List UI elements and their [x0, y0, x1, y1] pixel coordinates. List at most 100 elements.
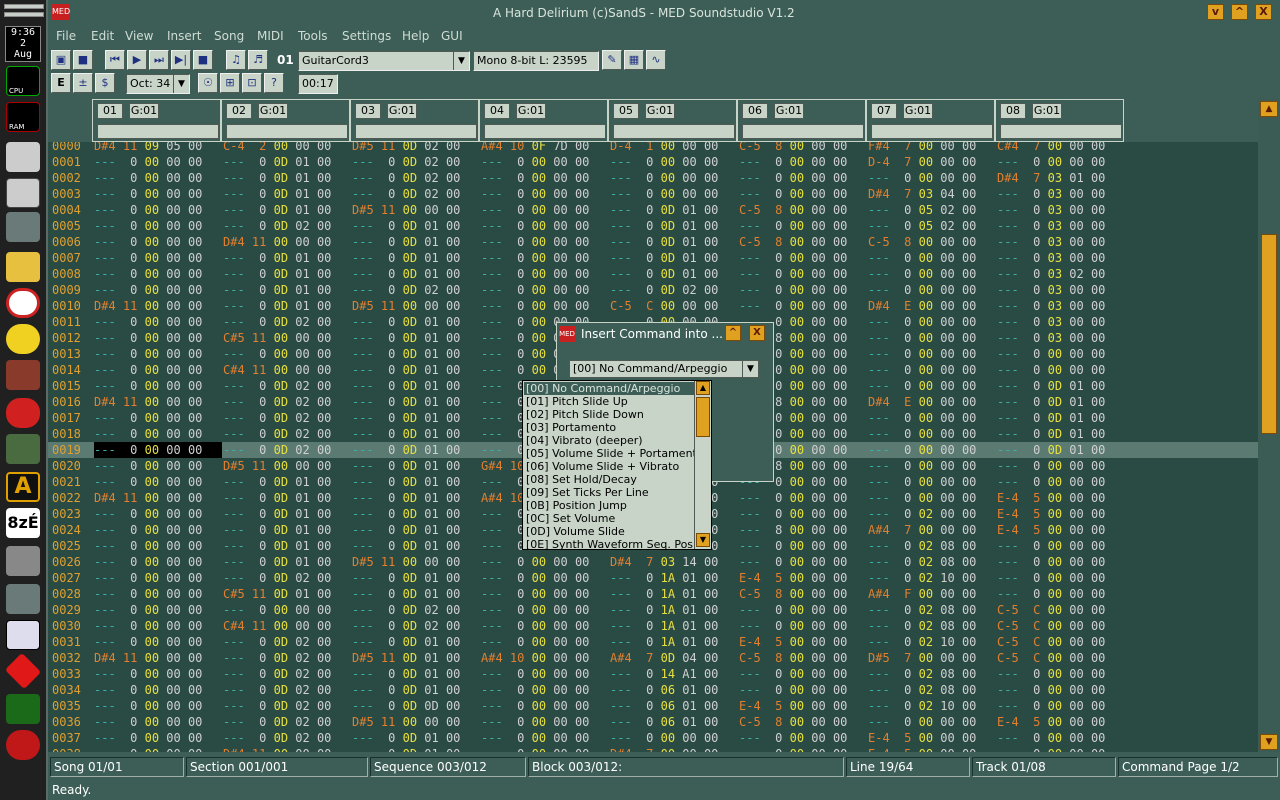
pattern-cell[interactable]: D#4 7 00 00 00	[610, 746, 738, 752]
pattern-cell[interactable]: D#4 E 00 00 00	[868, 394, 996, 410]
pattern-cell[interactable]: --- 0 1A 01 00	[610, 634, 738, 650]
instrument-load-icon[interactable]: ♫	[226, 50, 246, 70]
pattern-cell[interactable]: D#4 11 00 00 00	[223, 746, 351, 752]
pattern-cell[interactable]: --- 0 00 00 00	[481, 266, 609, 282]
pattern-cell[interactable]: --- 0 00 00 00	[997, 730, 1125, 746]
pattern-cell[interactable]: --- 0 00 00 00	[94, 666, 222, 682]
pattern-cell[interactable]: --- 0 0D 02 00	[352, 602, 480, 618]
play-icon[interactable]: ▶	[127, 50, 147, 70]
track-header[interactable]: 02 G:01	[221, 99, 350, 142]
command-option[interactable]: [0B] Position Jump	[524, 499, 696, 512]
save-icon[interactable]: ■	[73, 50, 93, 70]
pattern-cell[interactable]: C#4 7 00 00 00	[997, 142, 1125, 154]
pattern-cell[interactable]: D#4 7 03 04 00	[868, 186, 996, 202]
pattern-cell[interactable]: C-5 8 00 00 00	[739, 650, 867, 666]
pattern-cell[interactable]: --- 0 00 00 00	[481, 570, 609, 586]
pattern-cell[interactable]: --- 0 00 00 00	[94, 714, 222, 730]
sample-edit-icon[interactable]: ✎	[602, 50, 622, 70]
pattern-cell[interactable]: C-5 8 00 00 00	[739, 142, 867, 154]
help-query-icon[interactable]: ?	[264, 73, 284, 93]
pattern-cell[interactable]: --- 0 00 00 00	[94, 202, 222, 218]
track-instrument[interactable]: G:01	[258, 103, 288, 119]
pattern-cell[interactable]: --- 0 00 00 00	[997, 666, 1125, 682]
pattern-cell[interactable]: --- 0 00 00 00	[997, 154, 1125, 170]
pattern-cell[interactable]: --- 0 00 00 00	[481, 250, 609, 266]
pattern-cell[interactable]: C-5 C 00 00 00	[997, 618, 1125, 634]
track-name-field[interactable]	[484, 124, 606, 139]
track-name-field[interactable]	[226, 124, 348, 139]
pattern-cell[interactable]: --- 0 00 00 00	[610, 186, 738, 202]
pattern-cell[interactable]: --- 0 0D 01 00	[352, 314, 480, 330]
pattern-cell[interactable]: C-5 C 00 00 00	[997, 634, 1125, 650]
pattern-cell[interactable]: --- 0 00 00 00	[94, 698, 222, 714]
pattern-cell[interactable]: --- 0 02 10 00	[868, 570, 996, 586]
pattern-cell[interactable]: --- 0 0D 01 00	[610, 202, 738, 218]
knight-icon[interactable]	[6, 434, 40, 464]
command-dropdown-list[interactable]: [00] No Command/Arpeggio [01] Pitch Slide…	[522, 380, 712, 551]
pattern-cell[interactable]: --- 0 02 08 00	[868, 538, 996, 554]
pattern-row[interactable]: 0037 --- 0 00 00 00 --- 0 0D 02 00 --- 0 0D…	[48, 730, 1258, 746]
pattern-cell[interactable]: --- 0 00 00 00	[94, 362, 222, 378]
pattern-cell[interactable]: --- 0 00 00 00	[739, 250, 867, 266]
pattern-cell[interactable]: --- 0 0D 01 00	[352, 490, 480, 506]
pattern-cell[interactable]: --- 0 06 01 00	[610, 698, 738, 714]
pattern-cell[interactable]: --- 0 00 00 00	[481, 666, 609, 682]
pattern-cell[interactable]: --- 0 02 08 00	[868, 666, 996, 682]
pattern-cell[interactable]: D-4 1 00 00 00	[610, 142, 738, 154]
pattern-cell[interactable]: --- 0 0D 0D 00	[352, 698, 480, 714]
pattern-cell[interactable]: --- 0 00 00 00	[868, 330, 996, 346]
pattern-cell[interactable]: --- 0 00 00 00	[481, 698, 609, 714]
red-diamond-icon[interactable]	[4, 652, 42, 690]
pattern-cell[interactable]: --- 0 00 00 00	[94, 682, 222, 698]
vertical-scrollbar[interactable]: ▲ ▼	[1258, 99, 1280, 752]
menu-file[interactable]: File	[56, 29, 76, 43]
command-option[interactable]: [04] Vibrato (deeper)	[524, 434, 696, 447]
pattern-cell[interactable]: --- 0 00 00 00	[94, 426, 222, 442]
command-option[interactable]: [03] Portamento	[524, 421, 696, 434]
pattern-row[interactable]: 0038--- 0 00 00 00D#4 11 00 00 00--- 0 0…	[48, 746, 1258, 752]
command-option[interactable]: [0C] Set Volume	[524, 512, 696, 525]
pattern-cell[interactable]: --- 0 00 00 00	[94, 538, 222, 554]
pattern-cell[interactable]: D#5 11 0D 02 00	[352, 142, 480, 154]
pattern-cell[interactable]: --- 8 00 00 00	[739, 522, 867, 538]
step-icon[interactable]: ±	[73, 73, 93, 93]
dock-handle-2[interactable]	[4, 12, 44, 17]
pattern-cell[interactable]: --- 0 03 00 00	[997, 330, 1125, 346]
pattern-cell[interactable]: --- 0 0D 01 00	[352, 730, 480, 746]
pattern-cell[interactable]: --- 0 0D 01 00	[352, 570, 480, 586]
red-app-icon[interactable]	[6, 398, 40, 428]
pattern-cell[interactable]: --- 0 0D 01 00	[352, 346, 480, 362]
pattern-cell[interactable]: --- 0 00 00 00	[94, 554, 222, 570]
pattern-cell[interactable]: --- 0 0D 01 00	[352, 522, 480, 538]
pattern-cell[interactable]: --- 0 00 00 00	[481, 730, 609, 746]
pattern-cell[interactable]: --- 0 03 00 00	[997, 234, 1125, 250]
pattern-cell[interactable]: --- 0 00 00 00	[868, 266, 996, 282]
pattern-row[interactable]: 0007 --- 0 00 00 00 --- 0 0D 01 00 --- 0 0D…	[48, 250, 1258, 266]
pattern-cell[interactable]: --- 0 0D 01 00	[352, 746, 480, 752]
pattern-cell[interactable]: --- 0 00 00 00	[739, 298, 867, 314]
pattern-row[interactable]: 0009 --- 0 00 00 00 --- 0 0D 01 00 --- 0 0D…	[48, 282, 1258, 298]
track-number[interactable]: 06	[742, 103, 768, 119]
edit-mode-button[interactable]: E	[51, 73, 71, 93]
pattern-cell[interactable]: --- 0 0D 01 00	[352, 458, 480, 474]
pattern-cell[interactable]: D#4 11 00 00 00	[223, 234, 351, 250]
pattern-cell[interactable]: --- 0 00 00 00	[94, 186, 222, 202]
block-icon[interactable]: ⊞	[220, 73, 240, 93]
pattern-cell[interactable]: --- 0 00 00 00	[739, 186, 867, 202]
midi-icon[interactable]: ☉	[198, 73, 218, 93]
pattern-cell[interactable]: --- 0 0D 01 00	[352, 586, 480, 602]
pattern-cell[interactable]: --- 0 0D 01 00	[997, 442, 1125, 458]
pattern-cell[interactable]: --- 0 0D 01 00	[997, 394, 1125, 410]
pattern-cell[interactable]: --- 0 02 08 00	[868, 618, 996, 634]
command-option[interactable]: [00] No Command/Arpeggio	[524, 382, 696, 395]
maximize-button[interactable]: ^	[1231, 4, 1248, 20]
pattern-cell[interactable]: --- 0 1A 01 00	[610, 586, 738, 602]
pattern-cell[interactable]: D#5 11 00 00 00	[352, 298, 480, 314]
pattern-cell[interactable]: --- 0 0D 02 00	[223, 682, 351, 698]
track-instrument[interactable]: G:01	[774, 103, 804, 119]
pattern-cell[interactable]: --- 0 00 00 00	[481, 714, 609, 730]
pattern-cell[interactable]: --- 0 0D 02 00	[223, 426, 351, 442]
pattern-cell[interactable]: --- 0 00 00 00	[481, 618, 609, 634]
pattern-cell[interactable]: --- 0 00 00 00	[997, 346, 1125, 362]
pattern-cell[interactable]: --- 0 0D 01 00	[223, 186, 351, 202]
